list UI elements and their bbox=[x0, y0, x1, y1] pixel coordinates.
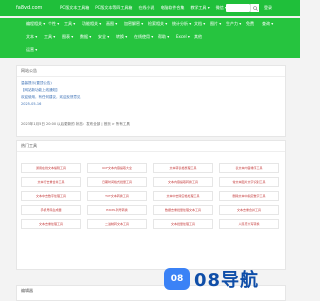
notice-meta: 2023年1月5日 20:00 以后更新的 状态：发布全部 | 首页 > 所有工… bbox=[21, 122, 130, 126]
hot-tools-panel: 热门工具 通用在线文本编辑工具 UCF文本内容提取大全 文本转表格整理工具 表文… bbox=[16, 140, 286, 270]
tool-button[interactable]: UCF文本内容提取大全 bbox=[87, 163, 147, 173]
tool-button[interactable]: 手机号码生成器 bbox=[21, 205, 81, 215]
nav-item[interactable]: 免费 bbox=[246, 21, 254, 27]
tool-button[interactable]: TXT文本转换工具 bbox=[87, 191, 147, 201]
nav-item[interactable]: 图表 ▾ bbox=[62, 34, 73, 40]
tool-button[interactable]: 人民币大写转换 bbox=[219, 219, 279, 229]
nav-item[interactable]: 工具 ▾ bbox=[64, 21, 75, 27]
tool-button[interactable]: 文本批量处理工具 bbox=[153, 219, 213, 229]
search-button[interactable] bbox=[250, 4, 259, 12]
notice-line[interactable]: 欢迎使用，有任何建议，欢迎反馈意见 bbox=[21, 95, 81, 100]
tool-button[interactable]: 表文本内容排序工具 bbox=[219, 163, 279, 173]
tool-button[interactable]: 文本行去重合并工具 bbox=[21, 177, 81, 187]
tool-button[interactable]: 文本内容提取转换工具 bbox=[153, 177, 213, 187]
nav-item[interactable]: 文档 ▾ bbox=[194, 21, 205, 27]
watermark-logo-icon: 08 bbox=[164, 268, 190, 290]
top-link[interactable]: 教学工具 ▾ bbox=[190, 5, 209, 11]
top-link[interactable]: PC版文本工具箱 bbox=[60, 5, 89, 11]
notice-date: 2025-05-16 bbox=[21, 102, 42, 106]
tool-button[interactable]: 文本中去数字处理工具 bbox=[21, 191, 81, 201]
hot-tools-title: 热门工具 bbox=[17, 141, 285, 152]
tool-button[interactable]: 文本转表格整理工具 bbox=[153, 163, 213, 173]
tool-button[interactable]: 文本中去除空格处理工具 bbox=[153, 191, 213, 201]
tool-button[interactable]: EXCEL列号转换 bbox=[87, 205, 147, 215]
nav-item[interactable]: 个性 ▾ bbox=[48, 21, 59, 27]
top-link[interactable]: PC版文本等四工具箱 bbox=[95, 5, 132, 11]
tool-button[interactable]: 常文本图片文字识别工具 bbox=[219, 177, 279, 187]
tool-button[interactable]: 删除文本中指定数字工具 bbox=[219, 191, 279, 201]
watermark-text: 08导航 bbox=[194, 270, 260, 291]
watermark: 08 08导航 bbox=[164, 265, 296, 293]
nav-item[interactable]: 工具 ▾ bbox=[44, 34, 55, 40]
tool-button[interactable]: 文本去重合并工具 bbox=[219, 205, 279, 215]
tool-button[interactable]: 日期时间格式批量工具 bbox=[87, 177, 147, 187]
nav-item[interactable]: 文本 ▾ bbox=[26, 34, 37, 40]
nav-item[interactable]: 在线使用 ▾ bbox=[134, 34, 153, 40]
top-link[interactable]: 在线小说 bbox=[138, 5, 154, 11]
tool-button[interactable]: 文本去重处理工具 bbox=[21, 219, 81, 229]
top-header: fa8vd.com PC版文本工具箱 PC版文本等四工具箱 在线小说 电脑软件合… bbox=[0, 0, 300, 16]
nav-item[interactable]: 加密解密 ▾ bbox=[124, 21, 143, 27]
nav-item[interactable]: 图片 ▾ bbox=[210, 21, 221, 27]
nav-item[interactable]: Excel ▾ bbox=[176, 34, 190, 39]
nav-item[interactable]: 检索相关 ▾ bbox=[148, 21, 167, 27]
nav-item[interactable]: 帮助 ▾ bbox=[158, 34, 169, 40]
nav-item[interactable]: 统计分析 ▾ bbox=[172, 21, 191, 27]
notice-panel: 网站公告 温馨提示(置顶公告) 【网站新功能上线通知】 欢迎使用，有任何建议，欢… bbox=[16, 65, 286, 137]
notice-line[interactable]: 温馨提示(置顶公告) bbox=[21, 81, 52, 86]
nav-item[interactable]: 画图 ▾ bbox=[106, 21, 117, 27]
tool-button[interactable]: 二进制转文本工具 bbox=[87, 219, 147, 229]
nav-item[interactable]: 编程相关 ▾ bbox=[26, 21, 45, 27]
nav-item[interactable]: 查询 ▾ bbox=[262, 21, 273, 27]
nav-item[interactable]: 功能相关 ▾ bbox=[82, 21, 101, 27]
nav-item[interactable]: 安全 ▾ bbox=[98, 34, 109, 40]
tool-button[interactable]: 数据去重批量处理文本工具 bbox=[153, 205, 213, 215]
search-icon bbox=[252, 5, 258, 11]
tool-button[interactable]: 通用在线文本编辑工具 bbox=[21, 163, 81, 173]
site-logo[interactable]: fa8vd.com bbox=[16, 5, 42, 11]
nav-item[interactable]: 转换 ▾ bbox=[116, 34, 127, 40]
notice-title: 网站公告 bbox=[17, 66, 285, 77]
main-nav: 编程相关 ▾ 个性 ▾ 工具 ▾ 功能相关 ▾ 画图 ▾ 加密解密 ▾ 检索相关… bbox=[0, 18, 300, 58]
top-links: PC版文本工具箱 PC版文本等四工具箱 在线小说 电脑软件合集 教学工具 ▾ 微… bbox=[60, 5, 227, 11]
nav-item[interactable]: 数据 ▾ bbox=[80, 34, 91, 40]
nav-item[interactable]: 其他 bbox=[194, 34, 202, 40]
notice-line[interactable]: 【网站新功能上线通知】 bbox=[21, 88, 60, 93]
login-link[interactable]: 登录 bbox=[264, 5, 272, 11]
nav-item[interactable]: 生产力 ▾ bbox=[226, 21, 241, 27]
top-link[interactable]: 电脑软件合集 bbox=[160, 5, 184, 11]
search-input[interactable] bbox=[226, 4, 250, 12]
nav-item[interactable]: 运营 ▾ bbox=[26, 47, 37, 53]
